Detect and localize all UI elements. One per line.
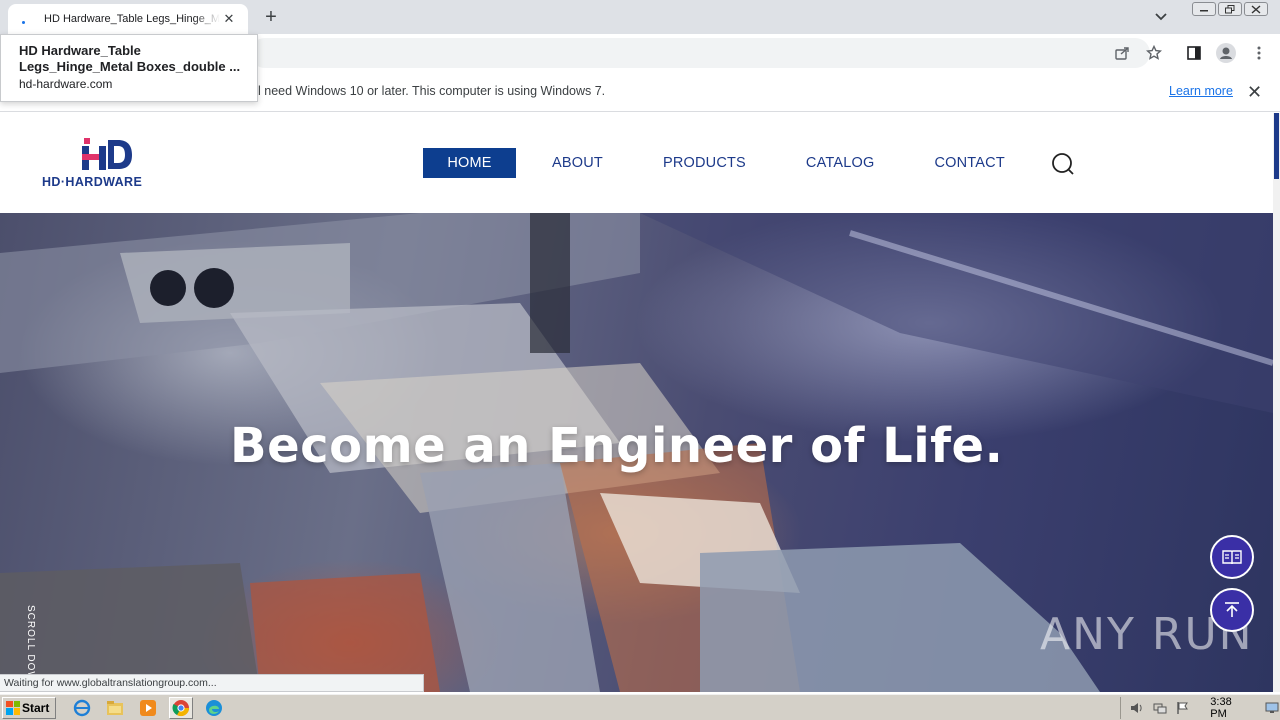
new-tab-button[interactable]: + — [260, 6, 282, 28]
status-bubble: Waiting for www.globaltranslationgroup.c… — [0, 674, 424, 692]
window-controls — [1192, 2, 1268, 16]
file-explorer-icon[interactable] — [103, 697, 127, 719]
share-icon[interactable] — [1111, 42, 1133, 64]
tab-hover-card: HD Hardware_Table Legs_Hinge_Metal Boxes… — [0, 34, 258, 102]
menu-kebab-icon[interactable] — [1248, 42, 1270, 64]
start-label: Start — [22, 700, 50, 715]
infobar-close-icon[interactable]: ✕ — [1247, 82, 1262, 103]
site-logo[interactable]: HD·HARDWARE — [42, 138, 166, 190]
search-icon[interactable] — [1051, 152, 1075, 176]
browser-tab[interactable]: HD Hardware_Table Legs_Hinge_Metal Boxes… — [8, 4, 248, 34]
book-icon — [1222, 550, 1242, 565]
media-player-icon[interactable] — [136, 697, 160, 719]
loading-favicon-icon — [18, 12, 32, 26]
hover-card-url: hd-hardware.com — [19, 77, 113, 91]
windows-taskbar: Start 3:38 PM — [0, 694, 1280, 720]
windows-flag-icon — [6, 700, 20, 715]
hero-banner: Become an Engineer of Life. SCROLL DOWN … — [0, 213, 1273, 692]
tab-search-chevron-icon[interactable] — [1150, 6, 1172, 28]
internet-explorer-icon[interactable] — [70, 697, 94, 719]
scrollbar-thumb[interactable] — [1274, 113, 1279, 179]
restore-button[interactable] — [1218, 2, 1242, 16]
learn-more-link[interactable]: Learn more — [1169, 84, 1233, 98]
profile-avatar-icon[interactable] — [1215, 42, 1237, 64]
action-center-flag-icon[interactable] — [1175, 700, 1190, 716]
start-button[interactable]: Start — [2, 696, 56, 719]
main-nav: HOME ABOUT PRODUCTS CATALOG CONTACT — [423, 148, 1005, 178]
hd-logo-mark-icon — [82, 138, 132, 170]
arrow-up-icon — [1225, 602, 1239, 617]
page-scrollbar[interactable] — [1273, 113, 1280, 692]
nav-home[interactable]: HOME — [423, 148, 516, 178]
tab-close-icon[interactable]: ✕ — [220, 10, 238, 28]
tab-strip: HD Hardware_Table Legs_Hinge_Metal Boxes… — [0, 0, 1280, 34]
show-desktop-icon[interactable] — [1265, 700, 1280, 716]
hero-headline: Become an Engineer of Life. — [230, 418, 1004, 474]
nav-catalog[interactable]: CATALOG — [806, 148, 875, 178]
side-panel-icon[interactable] — [1183, 42, 1205, 64]
bookmark-star-icon[interactable] — [1143, 42, 1165, 64]
site-header: HD·HARDWARE HOME ABOUT PRODUCTS CATALOG … — [0, 113, 1273, 213]
back-to-top-button[interactable] — [1210, 588, 1254, 632]
clock[interactable]: 3:38 PM — [1210, 696, 1249, 720]
logo-text: HD·HARDWARE — [42, 175, 143, 189]
nav-about[interactable]: ABOUT — [552, 148, 603, 178]
nav-products[interactable]: PRODUCTS — [663, 148, 746, 178]
web-page: HD·HARDWARE HOME ABOUT PRODUCTS CATALOG … — [0, 113, 1273, 692]
nav-contact[interactable]: CONTACT — [934, 148, 1004, 178]
catalog-book-button[interactable] — [1210, 535, 1254, 579]
system-tray: 3:38 PM — [1120, 696, 1280, 720]
close-window-button[interactable] — [1244, 2, 1268, 16]
edge-icon[interactable] — [202, 697, 226, 719]
infobar-message: l need Windows 10 or later. This compute… — [258, 84, 606, 98]
minimize-button[interactable] — [1192, 2, 1216, 16]
hover-card-title: HD Hardware_Table Legs_Hinge_Metal Boxes… — [19, 43, 241, 74]
network-icon[interactable] — [1152, 700, 1167, 716]
address-bar[interactable] — [250, 38, 1150, 68]
chrome-icon[interactable] — [169, 696, 193, 719]
volume-icon[interactable] — [1129, 700, 1144, 716]
tab-title: HD Hardware_Table Legs_Hinge_Metal Boxes… — [44, 13, 220, 25]
